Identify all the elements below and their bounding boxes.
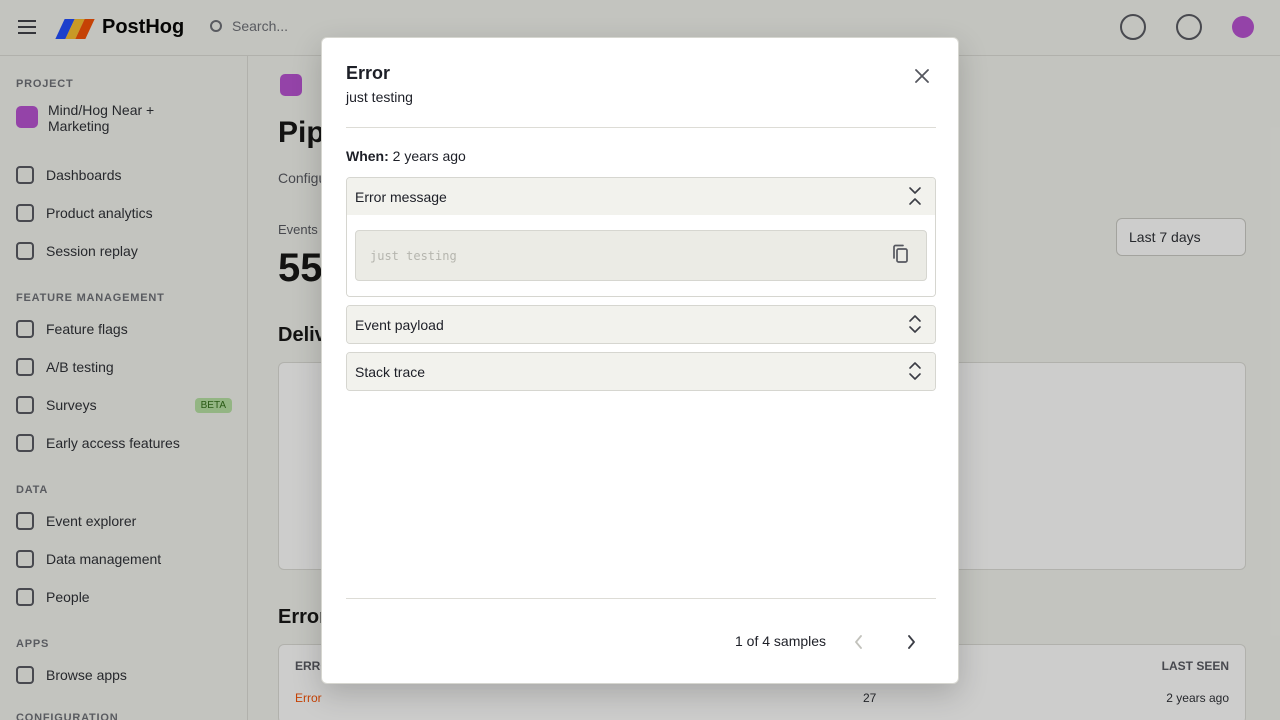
error-message-panel-header[interactable]: Error message [347, 178, 935, 215]
sample-counter: 1 of 4 samples [735, 633, 827, 649]
close-icon [915, 69, 929, 83]
expand-icon [909, 362, 921, 380]
copy-icon [893, 244, 908, 263]
event-payload-panel: Event payload [346, 305, 936, 344]
chevron-right-icon [908, 635, 915, 649]
error-message-code-box: just testing [355, 230, 927, 281]
close-button[interactable] [910, 64, 934, 88]
header-divider [346, 127, 936, 128]
footer-divider [346, 598, 936, 599]
error-modal: Error just testing When: 2 years ago Err… [321, 37, 959, 684]
next-sample-button[interactable] [897, 628, 925, 656]
error-message-panel-body: just testing [347, 215, 935, 296]
previous-sample-button[interactable] [845, 628, 873, 656]
when-row: When: 2 years ago [346, 148, 466, 164]
error-message-text[interactable]: just testing [370, 249, 457, 263]
panel-label: Error message [355, 188, 447, 205]
panel-label: Stack trace [355, 363, 426, 380]
panel-label: Event payload [355, 316, 444, 333]
stack-trace-panel-header[interactable]: Stack trace [347, 353, 935, 390]
collapse-icon [909, 187, 921, 205]
modal-title: Error [346, 63, 391, 83]
copy-button[interactable] [890, 243, 912, 265]
error-message-panel: Error message just testing [346, 177, 936, 297]
chevron-left-icon [855, 635, 862, 649]
stack-trace-panel: Stack trace [346, 352, 936, 391]
when-value: 2 years ago [392, 148, 466, 164]
modal-subtitle: just testing [346, 89, 413, 105]
expand-icon [909, 315, 921, 333]
when-label: When: [346, 148, 389, 164]
event-payload-panel-header[interactable]: Event payload [347, 306, 935, 343]
